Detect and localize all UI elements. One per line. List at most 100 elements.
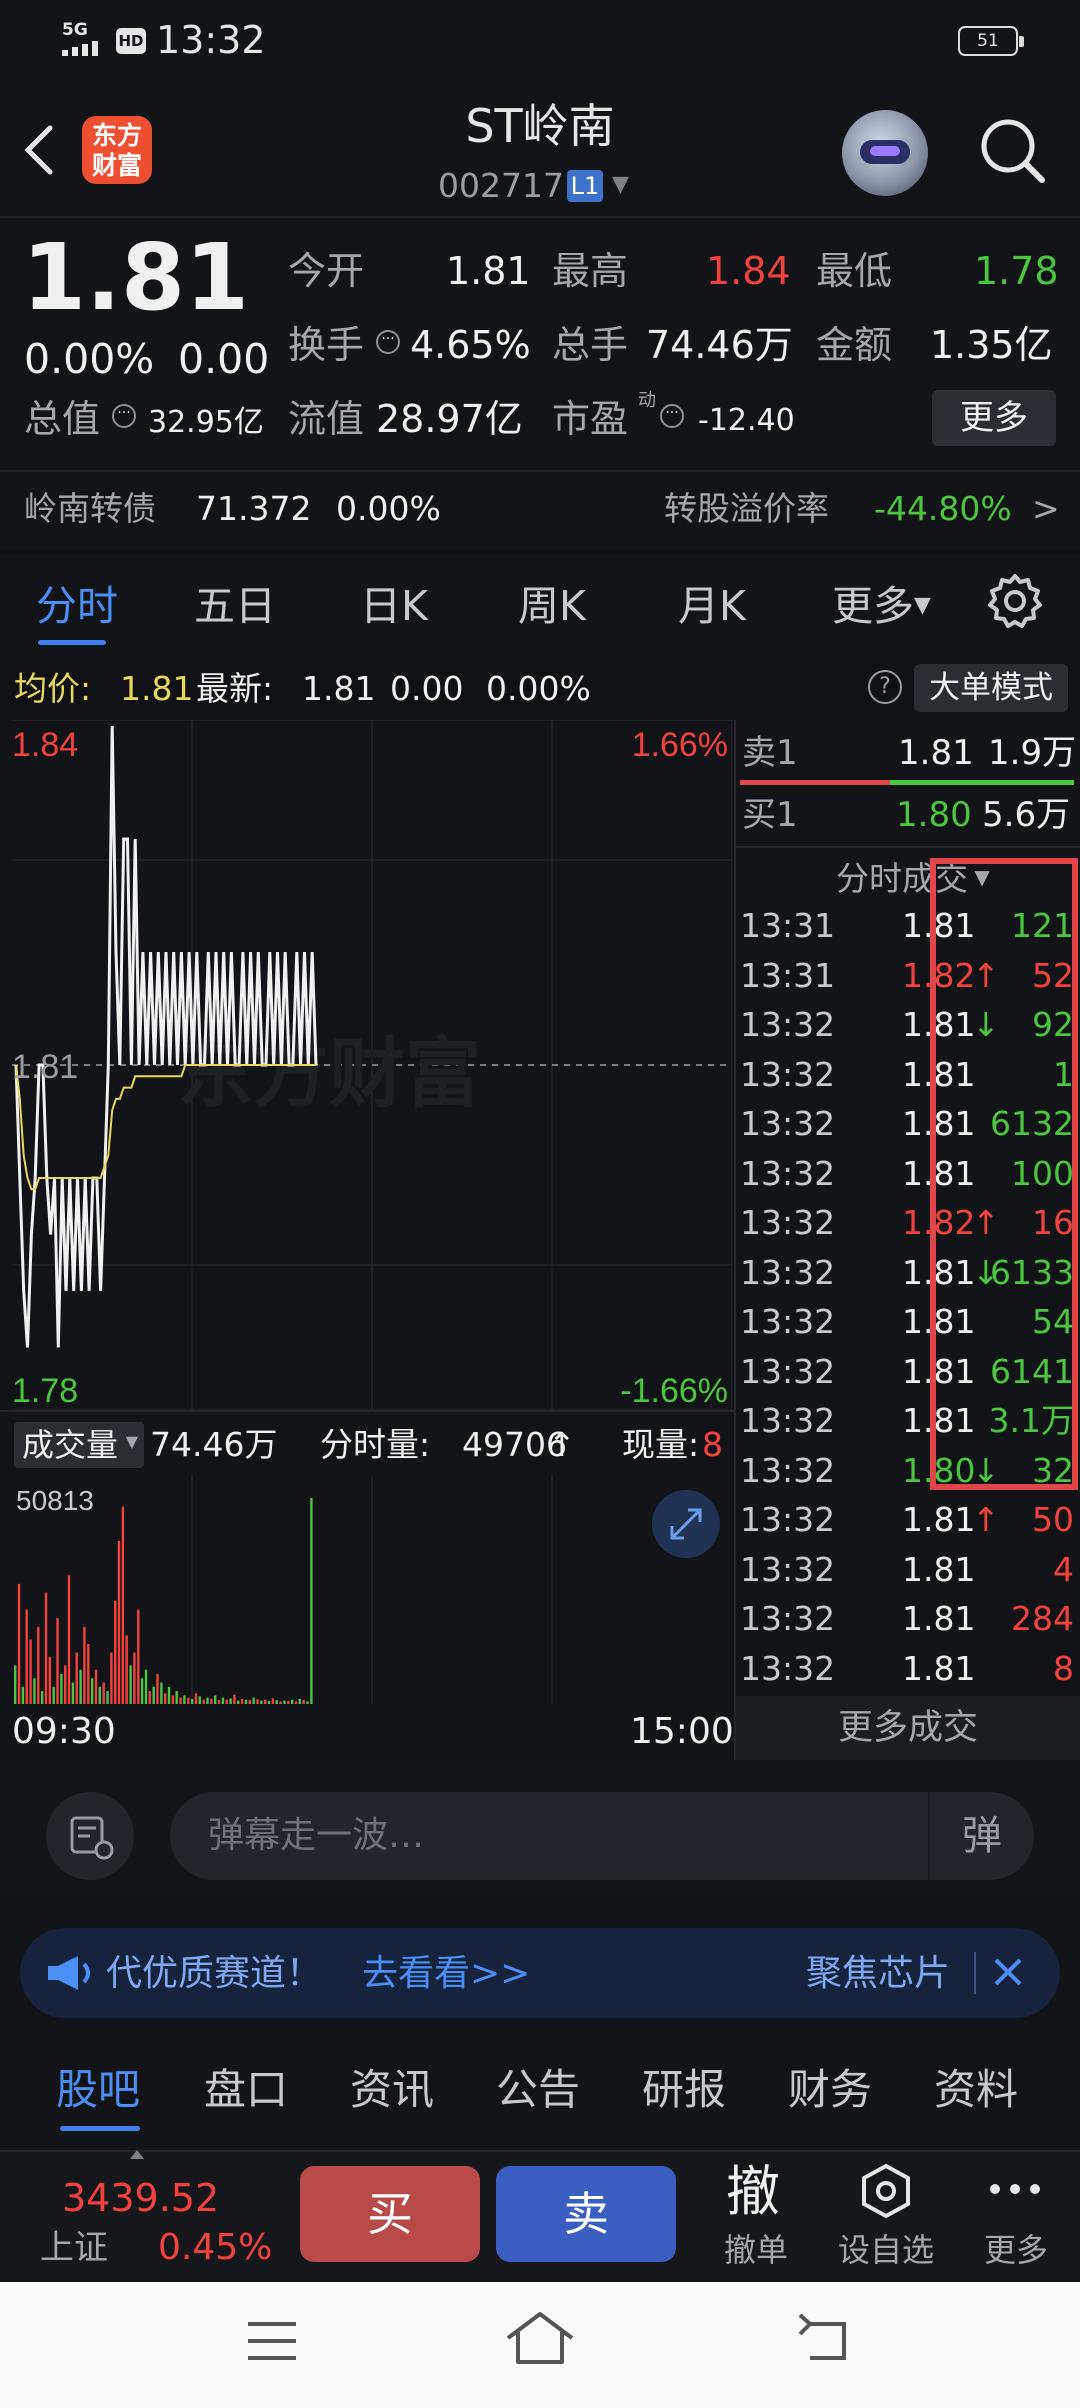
bid1-volume: 5.6万 — [982, 795, 1071, 835]
tick-time: 13:32 — [740, 1648, 836, 1688]
back-nav-icon[interactable] — [796, 2314, 852, 2366]
bid1-price: 1.80 — [896, 795, 972, 835]
volume-bar — [29, 1639, 32, 1704]
info-icon[interactable]: ··· — [660, 404, 684, 428]
expand-up-icon[interactable] — [130, 2150, 144, 2159]
tick-time: 13:32 — [740, 1450, 836, 1490]
tab-weekly-k[interactable]: 周K — [518, 578, 586, 634]
cancel-order-label[interactable]: 撤单 — [696, 2230, 816, 2270]
watchlist-icon[interactable] — [858, 2162, 914, 2220]
banner-topic[interactable]: 聚焦芯片 — [806, 1950, 950, 1998]
level-badge[interactable]: L1 — [567, 170, 603, 202]
volume-bar — [183, 1695, 186, 1704]
volume-bar — [117, 1541, 121, 1704]
expand-icon[interactable] — [652, 1490, 720, 1558]
tab-research[interactable]: 研报 — [642, 2060, 726, 2120]
ask1-volume: 1.9万 — [988, 733, 1077, 773]
buy-button[interactable]: 买 — [300, 2166, 480, 2262]
tab-finance[interactable]: 财务 — [788, 2060, 872, 2120]
low-label: 最低 — [816, 249, 893, 293]
tab-forum[interactable]: 股吧 — [56, 2060, 140, 2120]
bid-depth-bar — [890, 780, 1074, 785]
axis-top-price: 1.84 — [12, 726, 78, 764]
tick-time: 13:31 — [740, 955, 836, 995]
amount-label: 金额 — [816, 323, 893, 367]
danmu-send-button[interactable]: 弹 — [928, 1792, 1034, 1880]
volume-bar — [125, 1635, 128, 1704]
intraday-price-chart[interactable]: 东方财富 1.84 1.81 1.78 1.66% -1.66% — [12, 720, 732, 1410]
info-icon[interactable]: ··· — [112, 404, 136, 428]
more-dots-icon[interactable] — [988, 2178, 1042, 2200]
more-trades-button[interactable]: 更多成交 — [736, 1696, 1080, 1760]
danmu-input[interactable]: 弹幕走一波… — [170, 1792, 1034, 1880]
volume-bar — [56, 1618, 59, 1704]
volume-bar — [221, 1697, 225, 1704]
close-icon[interactable] — [988, 1952, 1028, 1992]
last-value: 1.81 — [302, 669, 376, 708]
volume-bar — [210, 1698, 213, 1704]
big-order-mode-button[interactable]: 大单模式 — [914, 664, 1068, 712]
cancel-order-icon[interactable]: 撤 — [726, 2160, 780, 2224]
index-value[interactable]: 3439.52 — [62, 2174, 219, 2222]
volume-bar — [44, 1592, 48, 1704]
premium-value: -44.80% — [874, 489, 1012, 528]
volume-bar — [229, 1698, 232, 1704]
volume-max-label: 50813 — [16, 1485, 94, 1516]
bottom-tab-underline — [60, 2126, 140, 2131]
tick-volume: 4 — [1053, 1549, 1074, 1589]
info-icon[interactable]: ··· — [376, 330, 400, 354]
axis-top-pct: 1.66% — [632, 726, 728, 764]
chevron-right-icon: > — [1032, 489, 1060, 528]
float-label: 流值 — [288, 397, 365, 441]
danmu-settings-icon[interactable] — [46, 1792, 134, 1880]
tab-underline — [38, 640, 106, 645]
pe-value: -12.40 — [698, 403, 795, 438]
home-icon[interactable] — [504, 2310, 576, 2366]
tab-announcements[interactable]: 公告 — [496, 2060, 580, 2120]
gear-icon[interactable] — [986, 572, 1044, 630]
volume-bar — [175, 1691, 178, 1704]
more-actions-label[interactable]: 更多 — [956, 2230, 1076, 2270]
tab-order-book[interactable]: 盘口 — [204, 2060, 288, 2120]
tab-five-day[interactable]: 五日 — [194, 578, 276, 634]
sell-button[interactable]: 卖 — [496, 2166, 676, 2262]
robot-assistant-avatar[interactable] — [842, 110, 928, 196]
volume-bar — [206, 1697, 209, 1704]
volume-bar — [167, 1686, 171, 1704]
tab-intraday[interactable]: 分时 — [36, 578, 118, 634]
more-quote-button[interactable]: 更多 — [932, 390, 1056, 446]
volume-indicator-dropdown[interactable]: 成交量 ▼ — [14, 1422, 144, 1468]
tab-profile[interactable]: 资料 — [934, 2060, 1018, 2120]
volume-chart[interactable]: 50813 — [12, 1476, 732, 1704]
help-icon[interactable]: ? — [868, 670, 902, 704]
bid1-label: 买1 — [742, 795, 798, 835]
banner-link[interactable]: 去看看>> — [362, 1950, 530, 1998]
tick-volume: 284 — [1011, 1599, 1074, 1638]
volume-bar — [310, 1498, 313, 1704]
volume-bar — [244, 1699, 248, 1704]
add-watchlist-label[interactable]: 设自选 — [826, 2230, 946, 2270]
tab-monthly-k[interactable]: 月K — [678, 578, 746, 634]
tab-daily-k[interactable]: 日K — [360, 578, 428, 634]
volume-bar — [137, 1609, 140, 1704]
pe-superscript: 动 — [638, 390, 656, 411]
volume-bar — [64, 1665, 67, 1704]
high-label: 最高 — [552, 249, 629, 293]
volume-bar — [79, 1669, 82, 1704]
tick-time: 13:32 — [740, 1104, 836, 1143]
volume-bar — [129, 1665, 132, 1704]
volume-bar — [237, 1700, 240, 1704]
volume-bar — [140, 1678, 144, 1704]
menu-icon[interactable] — [244, 2318, 300, 2364]
volume-bar — [152, 1686, 155, 1704]
volume-bar — [264, 1699, 267, 1704]
tick-time: 13:32 — [740, 1054, 836, 1094]
tab-more[interactable]: 更多▼ — [832, 578, 931, 634]
bond-name: 岭南转债 — [24, 489, 156, 528]
search-icon[interactable] — [978, 116, 1048, 186]
volume-bar — [67, 1575, 71, 1704]
level-dropdown-icon[interactable]: ▼ — [612, 172, 629, 197]
tab-news[interactable]: 资讯 — [350, 2060, 434, 2120]
axis-bottom-pct: -1.66% — [620, 1372, 728, 1410]
high-value: 1.84 — [706, 249, 791, 293]
